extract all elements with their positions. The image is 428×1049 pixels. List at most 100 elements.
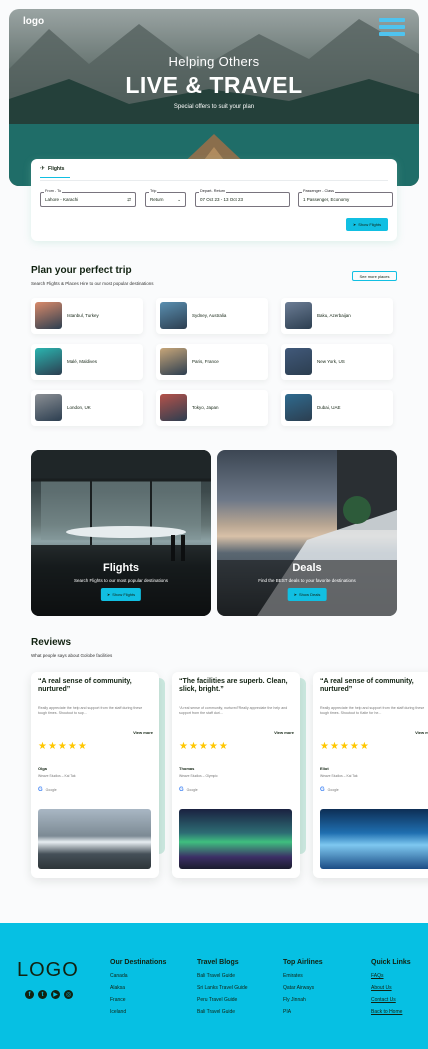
deals-promo-desc: Find the BEST deals to your favorite des…: [258, 578, 356, 583]
review-image: [320, 809, 428, 869]
show-deals-button[interactable]: ➤ Show Deals: [287, 588, 327, 601]
place-name: Sydney, Australia: [192, 313, 227, 318]
swap-icon[interactable]: ⇄: [127, 197, 131, 203]
divider: [40, 180, 388, 181]
reviews-subtitle: What people says about Golobe facilities: [31, 653, 113, 658]
place-name: New York, US: [317, 359, 345, 364]
reviewer-name: Olga: [38, 766, 47, 771]
footer-link[interactable]: Canada: [110, 973, 166, 979]
plane-icon: ✈: [40, 166, 46, 172]
place-thumbnail: [285, 302, 312, 329]
review-image: [179, 809, 292, 869]
deals-promo-title: Deals: [292, 562, 322, 574]
review-card[interactable]: “The facilities are superb. Clean, slick…: [172, 672, 300, 878]
review-card-wrapper: “A real sense of community, nurtured” Rea…: [31, 672, 165, 878]
review-quote: “A real sense of community, nurtured”: [38, 678, 132, 694]
send-icon: ➤: [106, 592, 111, 597]
trip-select[interactable]: Trip Return ⌄: [145, 189, 186, 207]
review-body: Really appreciate the help and support f…: [38, 706, 143, 715]
star-rating: ★★★★★: [179, 741, 229, 752]
view-more-link[interactable]: View more: [133, 730, 153, 735]
footer-column: Quick Links FAQs About Us Contact Us Back to…: [371, 959, 411, 1021]
place-card[interactable]: New York, US: [281, 344, 393, 380]
footer-column: Top Airlines Emirates Qatar Airways Fly Jin…: [283, 959, 323, 1021]
google-badge: G Google: [179, 787, 198, 793]
footer-link[interactable]: FAQs: [371, 973, 411, 979]
place-thumbnail: [285, 394, 312, 421]
place-thumbnail: [160, 302, 187, 329]
flights-promo-card[interactable]: Flights Search Flights to our most popul…: [31, 450, 211, 616]
passenger-class-field[interactable]: Passenger - Class 1 Passenger, Economy: [298, 189, 393, 207]
see-more-places-button[interactable]: See more places: [352, 271, 397, 281]
show-flights-promo-button[interactable]: ➤ Show Flights: [100, 588, 142, 601]
hamburger-menu-icon[interactable]: [379, 18, 405, 36]
star-rating: ★★★★★: [38, 741, 88, 752]
google-icon: G: [179, 787, 184, 793]
footer-link[interactable]: PIA: [283, 1009, 323, 1015]
deals-promo-card[interactable]: Deals Find the BEST deals to your favori…: [217, 450, 397, 616]
footer-column: Travel Blogs Bali Travel Guide Sri Lanks T…: [197, 959, 248, 1021]
flights-promo-desc: Search Flights to our most popular desti…: [73, 578, 169, 583]
review-body: Really appreciate the help and support f…: [320, 706, 425, 715]
footer-link[interactable]: Qatar Airways: [283, 985, 323, 991]
google-icon: G: [38, 787, 43, 793]
review-card[interactable]: “A real sense of community, nurtured” Rea…: [313, 672, 428, 878]
from-to-field[interactable]: From - To Lahore - Karachi ⇄: [40, 189, 136, 207]
place-name: Tokyo, Japan: [192, 405, 219, 410]
place-card[interactable]: London, UK: [31, 390, 143, 426]
footer-link[interactable]: Alaksa: [110, 985, 166, 991]
footer-logo[interactable]: LOGO: [17, 959, 79, 982]
dates-field[interactable]: Depart- Return 07 Oct 23 - 13 Oct 23: [195, 189, 290, 207]
footer-link[interactable]: Contact Us: [371, 997, 411, 1003]
logo[interactable]: logo: [23, 16, 44, 27]
footer-link[interactable]: Fly Jinnah: [283, 997, 323, 1003]
review-quote: “A real sense of community, nurtured”: [320, 678, 414, 694]
review-card[interactable]: “A real sense of community, nurtured” Rea…: [31, 672, 159, 878]
plan-section-title: Plan your perfect trip: [31, 265, 132, 276]
place-card[interactable]: Dubai, UAE: [281, 390, 393, 426]
tab-flights[interactable]: ✈ Flights: [40, 165, 70, 178]
youtube-icon[interactable]: ▶: [51, 990, 60, 999]
place-card[interactable]: Baku, Azerbaijan: [281, 298, 393, 334]
footer-link[interactable]: Iceland: [110, 1009, 166, 1015]
facebook-icon[interactable]: f: [25, 990, 34, 999]
footer-link[interactable]: France: [110, 997, 166, 1003]
view-more-link[interactable]: View more: [274, 730, 294, 735]
place-card[interactable]: Malé, Maldives: [31, 344, 143, 380]
show-flights-button[interactable]: ➤ Show Flights: [346, 218, 388, 231]
footer-link[interactable]: Emirates: [283, 973, 323, 979]
send-icon: ➤: [293, 592, 298, 597]
place-card[interactable]: Istanbul, Turkey: [31, 298, 143, 334]
place-card[interactable]: Tokyo, Japan: [156, 390, 268, 426]
google-badge: G Google: [320, 787, 339, 793]
footer-column: Our Destinations Canada Alaksa France Icelan…: [110, 959, 166, 1021]
google-icon: G: [320, 787, 325, 793]
footer-heading: Travel Blogs: [197, 959, 239, 966]
footer-heading: Quick Links: [371, 959, 411, 966]
footer-link[interactable]: Sri Lanks Travel Guide: [197, 985, 248, 991]
footer-link[interactable]: Back to Home: [371, 1009, 411, 1015]
place-name: Baku, Azerbaijan: [317, 313, 351, 318]
place-thumbnail: [285, 348, 312, 375]
place-card[interactable]: Paris, France: [156, 344, 268, 380]
review-image: [38, 809, 151, 869]
reviewer-name: Thomas: [179, 766, 195, 771]
place-card[interactable]: Sydney, Australia: [156, 298, 268, 334]
instagram-icon[interactable]: ◎: [64, 990, 73, 999]
footer-link[interactable]: Peru Travel Guide: [197, 997, 248, 1003]
footer: LOGO f t ▶ ◎ Our Destinations Canada Alaks…: [0, 923, 428, 1049]
reviews-title: Reviews: [31, 637, 72, 648]
send-icon: ➤: [352, 222, 357, 227]
hero-title: LIVE & TRAVEL: [125, 72, 303, 98]
review-card-wrapper: “A real sense of community, nurtured” Rea…: [313, 672, 428, 878]
footer-link[interactable]: Bali Travel Guide: [197, 1009, 248, 1015]
view-more-link[interactable]: View more: [415, 730, 428, 735]
footer-link[interactable]: Bali Travel Guide: [197, 973, 248, 979]
place-name: Dubai, UAE: [317, 405, 341, 410]
footer-link[interactable]: About Us: [371, 985, 411, 991]
place-name: Istanbul, Turkey: [67, 313, 99, 318]
review-card-wrapper: “The facilities are superb. Clean, slick…: [172, 672, 306, 878]
hero-subtitle: Helping Others: [168, 54, 260, 69]
social-links: f t ▶ ◎: [25, 990, 73, 999]
twitter-icon[interactable]: t: [38, 990, 47, 999]
